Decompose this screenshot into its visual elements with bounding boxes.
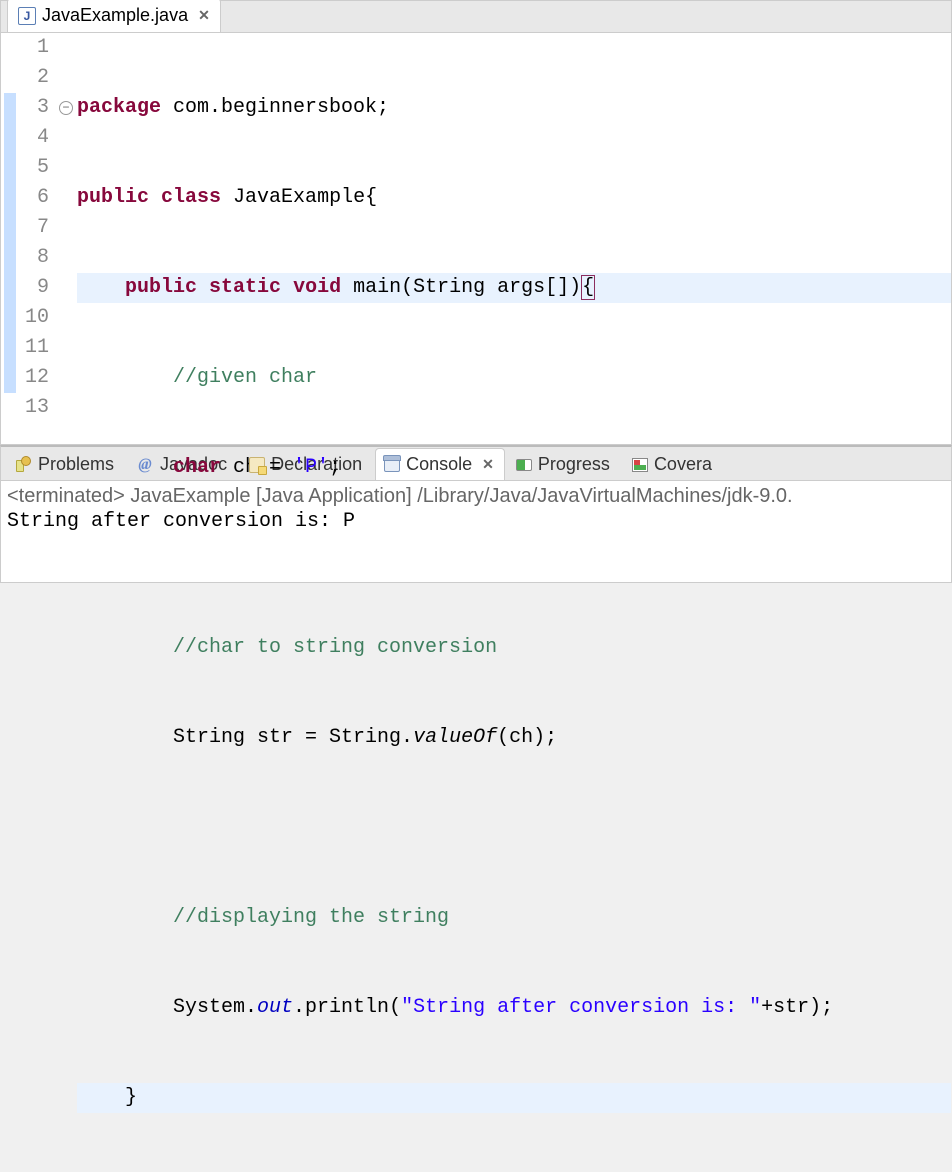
editor-tab-javaexample[interactable]: J JavaExample.java ✕ [7, 0, 221, 32]
code-line: String str = String.valueOf(ch); [77, 723, 951, 753]
code-content[interactable]: package com.beginnersbook; public class … [77, 33, 951, 444]
close-icon[interactable]: ✕ [198, 7, 210, 24]
fold-column: − [57, 33, 77, 444]
code-line: char ch = 'P'; [77, 453, 951, 483]
bracket-match: { [581, 275, 595, 300]
line-number: 1 [19, 33, 49, 63]
line-number: 5 [19, 153, 49, 183]
code-line [77, 543, 951, 573]
line-number: 4 [19, 123, 49, 153]
line-number: 13 [19, 393, 49, 423]
fold-collapse-icon[interactable]: − [59, 101, 73, 115]
line-numbers: 1 2 3 4 5 6 7 8 9 10 11 12 13 [19, 33, 57, 444]
code-line: //given char [77, 363, 951, 393]
code-line: public class JavaExample{ [77, 183, 951, 213]
marker-column [1, 33, 19, 444]
progress-icon [516, 459, 532, 471]
console-icon [384, 458, 400, 472]
java-file-icon: J [18, 7, 36, 25]
line-number: 9 [19, 273, 49, 303]
line-number: 6 [19, 183, 49, 213]
line-number: 8 [19, 243, 49, 273]
editor-tab-bar: J JavaExample.java ✕ [1, 1, 951, 33]
code-line: //char to string conversion [77, 633, 951, 663]
coverage-icon [632, 458, 648, 472]
code-line [77, 813, 951, 843]
line-number: 3 [19, 93, 49, 123]
code-line: //displaying the string [77, 903, 951, 933]
code-line: package com.beginnersbook; [77, 93, 951, 123]
line-number: 10 [19, 303, 49, 333]
declaration-icon [249, 457, 265, 473]
code-line: public static void main(String args[]){ [77, 273, 951, 303]
code-area[interactable]: 1 2 3 4 5 6 7 8 9 10 11 12 13 − package … [1, 33, 951, 444]
problems-icon [14, 456, 32, 474]
code-editor: J JavaExample.java ✕ 1 2 3 4 5 6 7 8 9 1… [0, 0, 952, 445]
range-marker [4, 93, 16, 393]
line-number: 11 [19, 333, 49, 363]
line-number: 2 [19, 63, 49, 93]
code-line: System.out.println("String after convers… [77, 993, 951, 1023]
gutter: 1 2 3 4 5 6 7 8 9 10 11 12 13 − [1, 33, 77, 444]
line-number: 12 [19, 363, 49, 393]
editor-tab-label: JavaExample.java [42, 5, 188, 26]
code-line: } [77, 1083, 951, 1113]
line-number: 7 [19, 213, 49, 243]
